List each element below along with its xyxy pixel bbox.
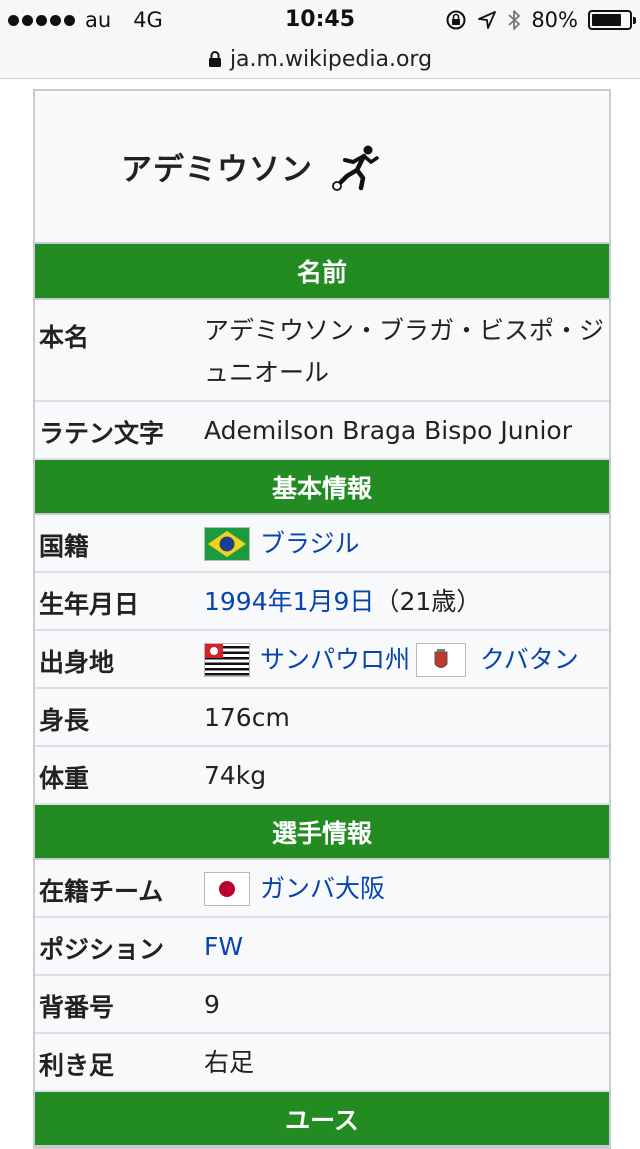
section-header-name: 名前 [35, 244, 609, 300]
row-label: 身長 [39, 706, 90, 735]
brazil-flag-icon [204, 527, 250, 561]
city-link[interactable]: クバタン [480, 644, 579, 676]
row-birthplace: 出身地 サンパウロ州 クバタン [35, 631, 609, 689]
row-nationality: 国籍 ブラジル [35, 515, 609, 573]
row-label: ポジション [39, 935, 165, 964]
row-value: 右足 [204, 1048, 255, 1077]
row-value: ガンバ大阪 [200, 860, 609, 916]
address-bar[interactable]: ja.m.wikipedia.org [0, 40, 640, 79]
battery-percent: 80% [531, 8, 578, 32]
row-real-name: 本名 アデミウソン・ブラガ・ビスポ・ジュニオール [35, 300, 609, 402]
row-height: 身長 176cm [35, 689, 609, 747]
row-value: 1994年1月9日（21歳） [200, 573, 609, 629]
battery-icon [588, 10, 636, 30]
row-label: 利き足 [39, 1051, 115, 1080]
row-value: ブラジル [200, 515, 609, 571]
bluetooth-icon [507, 9, 521, 31]
row-label: 体重 [39, 764, 90, 793]
section-header-player: 選手情報 [35, 805, 609, 860]
row-value: Ademilson Braga Bispo Junior [204, 416, 572, 445]
cubatao-flag-icon [416, 643, 467, 677]
status-right: 80% [445, 8, 636, 32]
row-label: 出身地 [39, 648, 115, 677]
row-number: 背番号 9 [35, 976, 609, 1034]
rotation-lock-icon [445, 9, 467, 31]
row-foot: 利き足 右足 [35, 1034, 609, 1092]
row-label: 背番号 [39, 993, 115, 1022]
infobox: アデミウソン 名前 本名 アデミウソン・ブラガ・ビスポ・ジュニオール ラテン文字… [33, 89, 611, 1149]
url-text: ja.m.wikipedia.org [229, 46, 433, 72]
row-birth-date: 生年月日 1994年1月9日（21歳） [35, 573, 609, 631]
sao-paulo-flag-icon [204, 643, 250, 677]
location-arrow-icon [477, 10, 497, 30]
state-link[interactable]: サンパウロ州 [260, 644, 410, 676]
infobox-title: アデミウソン [35, 91, 609, 244]
age-text: （21歳） [374, 587, 482, 616]
soccer-player-icon [331, 142, 381, 192]
section-header-basic: 基本情報 [35, 460, 609, 515]
row-position: ポジション FW [35, 918, 609, 976]
row-label: 国籍 [39, 532, 90, 561]
nationality-link[interactable]: ブラジル [260, 528, 360, 560]
row-value: サンパウロ州 クバタン [200, 631, 609, 687]
row-value: 176cm [204, 703, 290, 732]
birth-date-link[interactable]: 1994年1月9日 [204, 587, 374, 616]
row-team: 在籍チーム ガンバ大阪 [35, 860, 609, 918]
row-label: 生年月日 [39, 590, 140, 619]
team-link[interactable]: ガンバ大阪 [260, 873, 385, 905]
row-value: 74kg [204, 761, 267, 790]
position-link[interactable]: FW [204, 932, 243, 961]
row-label: ラテン文字 [39, 419, 165, 448]
lock-icon [208, 50, 222, 68]
row-label: 本名 [39, 323, 90, 352]
status-bar: au 4G 10:45 80% [0, 0, 640, 40]
japan-flag-icon [204, 872, 250, 906]
row-latin-name: ラテン文字 Ademilson Braga Bispo Junior [35, 402, 609, 460]
section-header-youth: ユース [35, 1092, 609, 1147]
row-weight: 体重 74kg [35, 747, 609, 805]
row-value: 9 [204, 990, 220, 1019]
player-name: アデミウソン [121, 152, 313, 188]
row-value: FW [200, 918, 609, 974]
row-label: 在籍チーム [39, 877, 164, 906]
row-value: アデミウソン・ブラガ・ビスポ・ジュニオール [204, 316, 605, 387]
